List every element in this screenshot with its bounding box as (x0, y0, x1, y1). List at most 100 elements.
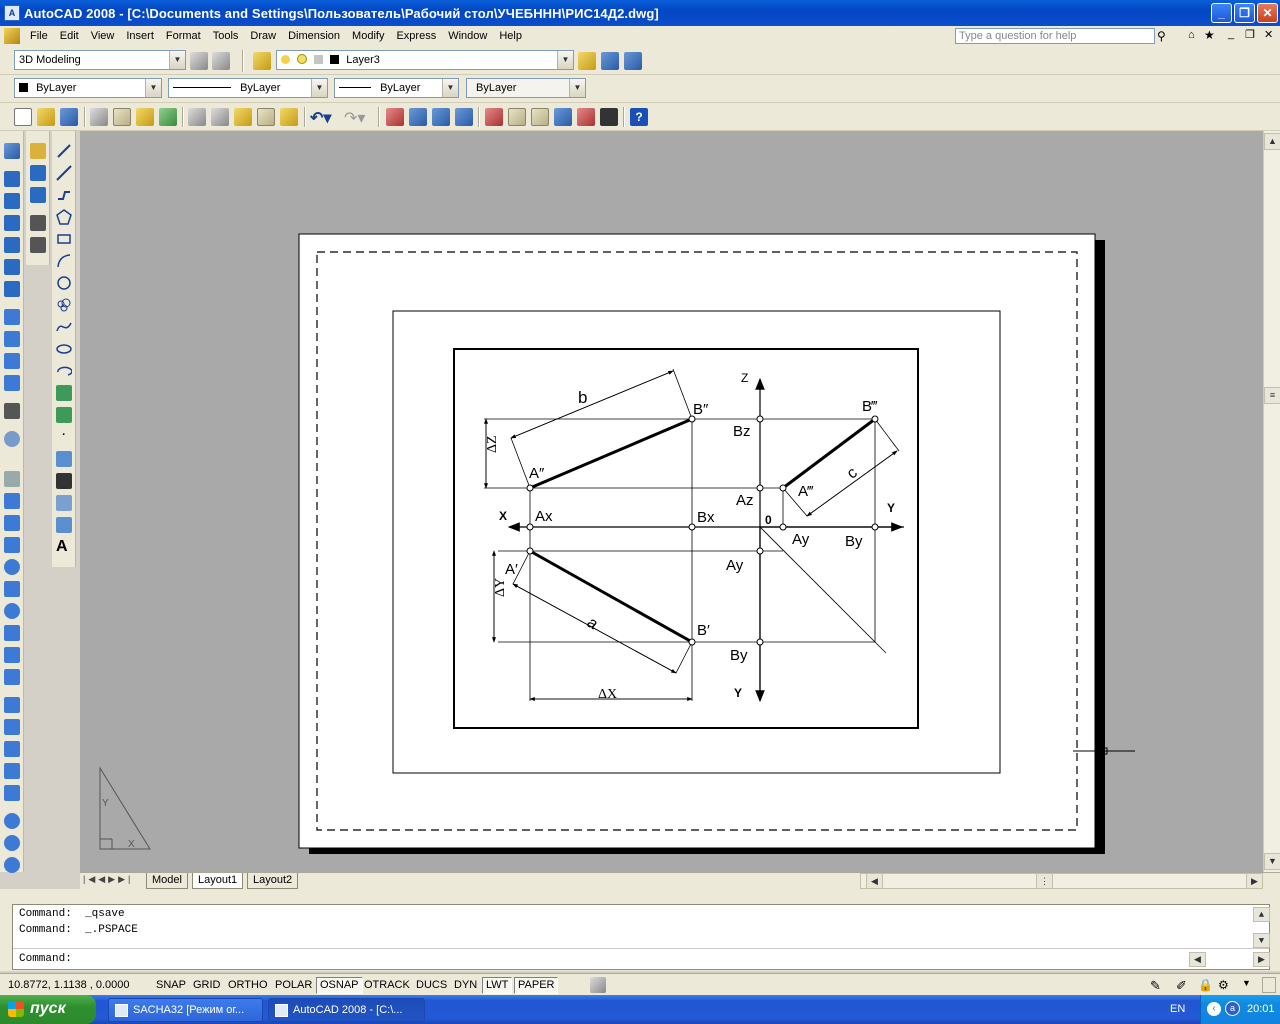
hatch-icon[interactable] (56, 451, 72, 467)
baseline-dimension-icon[interactable] (30, 187, 46, 203)
copy-icon[interactable] (211, 108, 229, 126)
solid-sphere-icon[interactable] (4, 559, 20, 575)
taskbar-item-sacha32[interactable]: SACHA32 [Режим ог... (108, 998, 263, 1022)
scroll-down-button[interactable]: ▼ (1264, 853, 1280, 870)
tray-app-icon[interactable]: a (1225, 1001, 1240, 1016)
snap-toggle[interactable]: SNAP (152, 977, 190, 994)
lineweight-dropdown[interactable]: ByLayer ▼ (334, 78, 459, 98)
insert-block-icon[interactable] (56, 385, 72, 401)
point-icon[interactable]: · (56, 429, 72, 445)
osnap-toggle[interactable]: OSNAP (316, 977, 363, 994)
menu-file[interactable]: File (24, 30, 54, 42)
grid-toggle[interactable]: GRID (189, 977, 225, 994)
menu-view[interactable]: View (85, 30, 121, 42)
coordinate-display[interactable]: 10.8772, 1.1138 , 0.0000 (4, 977, 150, 994)
layer-previous-icon[interactable] (601, 52, 619, 70)
ellipse-icon[interactable] (56, 341, 72, 357)
menu-window[interactable]: Window (442, 30, 493, 42)
solid-torus-icon[interactable] (4, 603, 20, 619)
scroll-left-button[interactable]: ◀ (866, 873, 883, 889)
save-icon[interactable] (60, 108, 78, 126)
help-icon[interactable]: ? (630, 108, 648, 126)
plot-preview-icon[interactable] (113, 108, 131, 126)
cone-icon[interactable] (4, 215, 20, 231)
dyn-toggle[interactable]: DYN (450, 977, 481, 994)
pyramid-icon[interactable] (4, 625, 20, 641)
zoom-previous-icon[interactable] (455, 108, 473, 126)
revision-cloud-icon[interactable] (56, 297, 72, 313)
help-search-input[interactable]: Type a question for help (955, 28, 1155, 44)
workspace-settings-icon[interactable] (190, 52, 208, 70)
properties-icon[interactable] (485, 108, 503, 126)
search-icon[interactable]: ⚲ (1157, 29, 1173, 43)
menu-modify[interactable]: Modify (346, 30, 390, 42)
minimize-button[interactable]: _ (1211, 3, 1232, 23)
3d-dwf-icon[interactable] (159, 108, 177, 126)
doc-minimize-button[interactable]: _ (1228, 28, 1234, 40)
clean-screen-icon[interactable] (1262, 977, 1276, 993)
paper-toggle[interactable]: PAPER (514, 977, 559, 994)
cmd-scroll-right[interactable]: ▶ (1253, 952, 1270, 967)
chevron-down-icon[interactable]: ▼ (557, 51, 573, 69)
cmd-scroll-left[interactable]: ◀ (1189, 952, 1206, 967)
menu-format[interactable]: Format (160, 30, 207, 42)
polygon-icon[interactable] (56, 209, 72, 225)
color-dropdown[interactable]: ByLayer ▼ (14, 78, 162, 98)
menu-edit[interactable]: Edit (54, 30, 85, 42)
polar-toggle[interactable]: POLAR (271, 977, 316, 994)
autocad-app-icon[interactable]: A (4, 5, 20, 21)
linear-dimension-icon[interactable] (30, 143, 46, 159)
block-editor-icon[interactable] (280, 108, 298, 126)
tab-scroll-buttons[interactable]: |◀◀▶▶| (83, 874, 145, 888)
lock-icon[interactable]: 🔒 (1198, 978, 1213, 992)
layer-properties-icon[interactable] (253, 52, 271, 70)
camera-icon[interactable] (4, 403, 20, 419)
tray-settings-icon[interactable]: ⚙ (1218, 978, 1229, 992)
chevron-down-icon[interactable]: ▼ (442, 79, 458, 97)
planar-surface-icon[interactable] (4, 669, 20, 685)
cmd-scroll-up[interactable]: ▲ (1253, 907, 1270, 922)
extrude-icon[interactable] (4, 309, 20, 325)
taskbar-item-autocad[interactable]: AutoCAD 2008 - [C:\... (268, 998, 425, 1022)
arc-icon[interactable] (56, 253, 72, 269)
tab-layout2[interactable]: Layout2 (247, 873, 299, 889)
orbit-icon[interactable] (4, 431, 20, 447)
layer-state-icon[interactable] (624, 52, 642, 70)
language-indicator[interactable]: EN (1170, 995, 1185, 1023)
tab-model[interactable]: Model (146, 873, 188, 889)
close-button[interactable]: ✕ (1257, 3, 1278, 23)
start-button[interactable]: пуск (0, 995, 96, 1024)
publish-icon[interactable] (136, 108, 154, 126)
revolve-icon[interactable] (4, 375, 20, 391)
solid-cone-icon[interactable] (4, 537, 20, 553)
linetype-dropdown[interactable]: ByLayer ▼ (168, 78, 328, 98)
new-icon[interactable] (14, 108, 32, 126)
undo-icon[interactable]: ↶▾ (310, 108, 338, 127)
sphere-icon[interactable] (4, 237, 20, 253)
multiline-text-icon[interactable]: A (56, 539, 72, 555)
make-block-icon[interactable] (56, 407, 72, 423)
open-icon[interactable] (37, 108, 55, 126)
sheet-set-manager-icon[interactable] (554, 108, 572, 126)
communication-icon[interactable]: ✐ (1176, 978, 1187, 994)
redo-icon[interactable]: ↷▾ (344, 108, 372, 127)
line-icon[interactable] (56, 143, 72, 159)
maximize-viewport-icon[interactable] (590, 977, 606, 993)
communication-center-icon[interactable]: ⌂ (1188, 29, 1204, 43)
make-current-layer-icon[interactable] (578, 52, 596, 70)
visual-style-icon[interactable] (4, 471, 20, 487)
wedge-icon[interactable] (4, 193, 20, 209)
helix-icon[interactable] (4, 647, 20, 663)
ellipse-arc-icon[interactable] (56, 363, 73, 379)
zoom-realtime-icon[interactable] (409, 108, 427, 126)
menu-insert[interactable]: Insert (120, 30, 160, 42)
cylinder-icon[interactable] (4, 259, 20, 275)
favorites-icon[interactable]: ★ (1204, 28, 1220, 42)
h-scroll-thumb[interactable]: ⋮ (1036, 873, 1053, 889)
markup-set-manager-icon[interactable] (577, 108, 595, 126)
pan-realtime-icon[interactable] (386, 108, 404, 126)
rectangle-icon[interactable] (56, 231, 72, 247)
thicken-icon[interactable] (4, 763, 20, 779)
save-workspace-icon[interactable] (212, 52, 230, 70)
drawing-canvas[interactable]: b B″ A″ B‴ A‴ Bz Az Ax Bx 0 Ay By Ay By … (80, 131, 1263, 872)
